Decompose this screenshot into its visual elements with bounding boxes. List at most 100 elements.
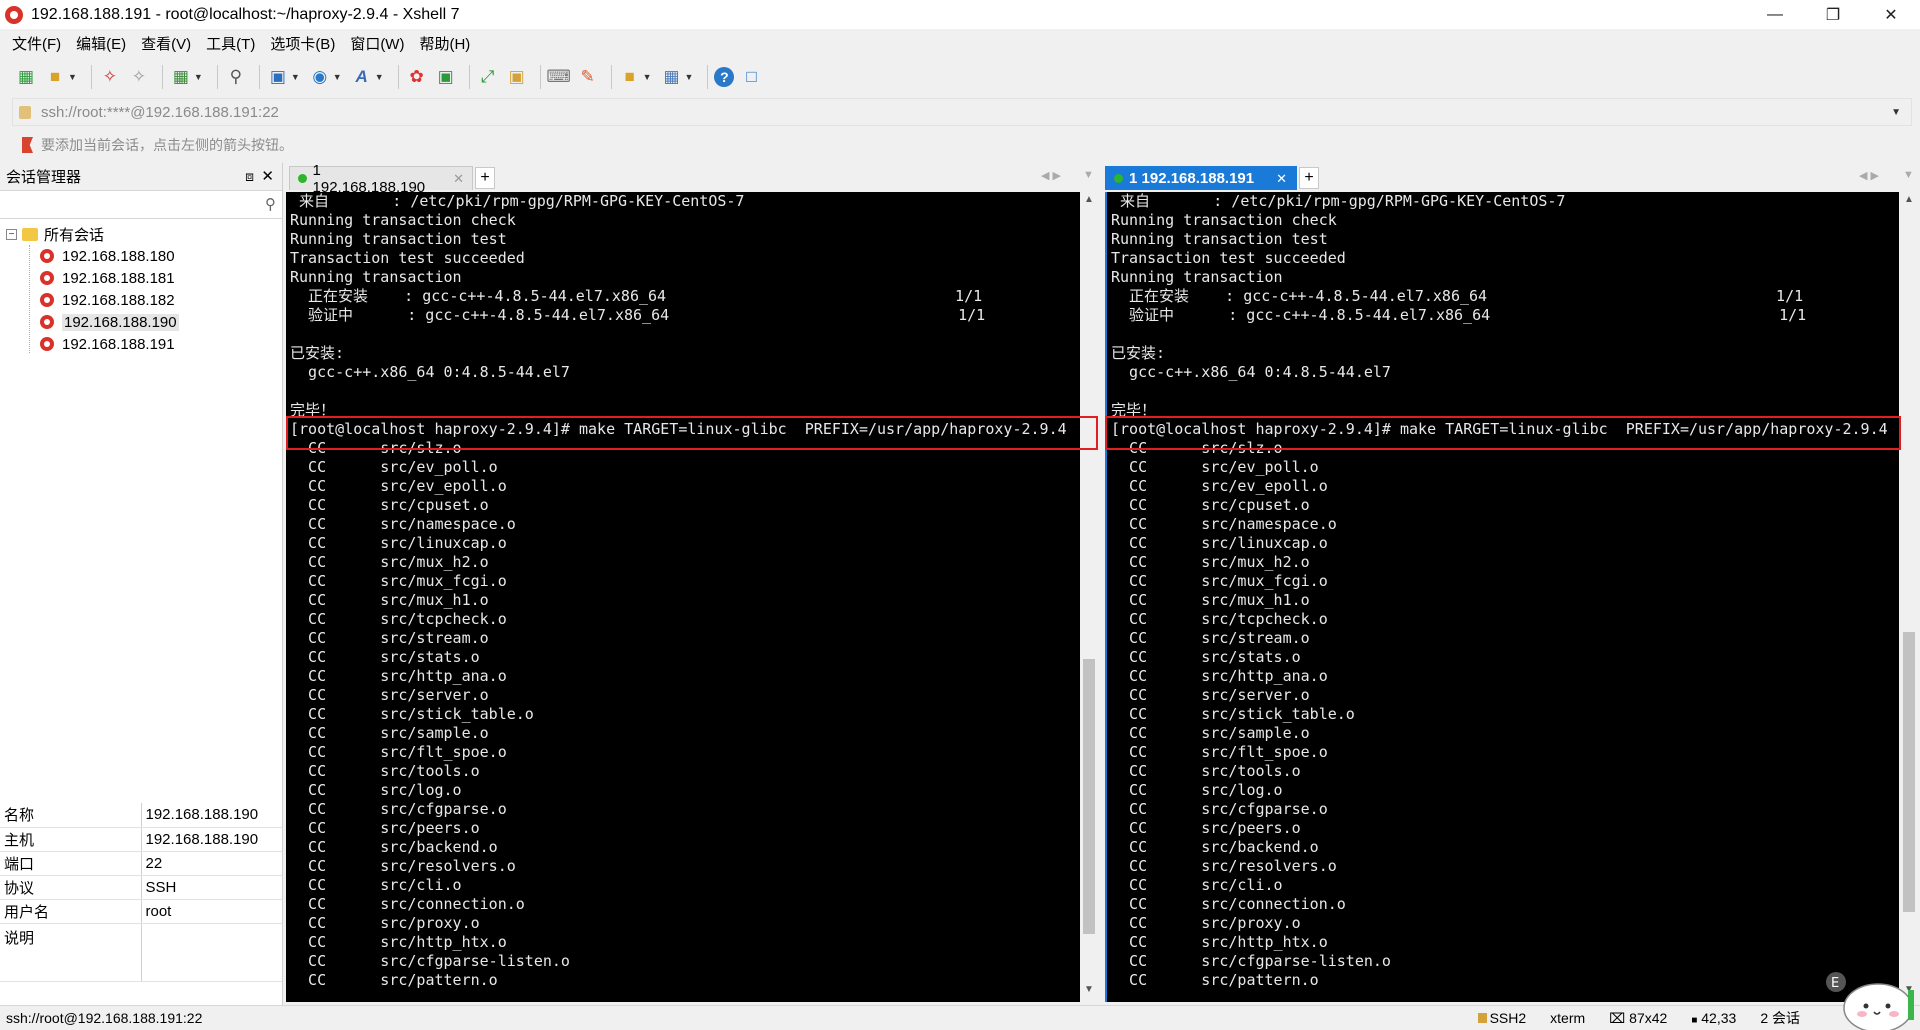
close-button[interactable]: ✕: [1862, 0, 1920, 29]
session-search-box: ⚲: [0, 191, 282, 219]
session-item[interactable]: 192.168.188.181: [0, 267, 282, 289]
status-size: ⌧ 87x42: [1609, 1009, 1668, 1026]
xagent-icon[interactable]: ▣: [434, 65, 458, 89]
terminal-line: CC src/peers.o: [290, 819, 480, 837]
property-value: 192.168.188.190: [141, 803, 282, 828]
help-icon[interactable]: ?: [714, 67, 735, 87]
status-connection: ssh://root@192.168.188.191:22: [6, 1010, 203, 1026]
chevron-down-icon[interactable]: ▼: [1891, 107, 1901, 118]
menu-file[interactable]: 文件(F): [12, 33, 61, 54]
terminal-line: CC src/connection.o: [1111, 895, 1346, 913]
transfer-icon[interactable]: ▦: [169, 65, 193, 89]
tab-list-dropdown-icon[interactable]: ▼: [1903, 169, 1914, 181]
session-search-input[interactable]: [0, 191, 260, 217]
disconnect-icon[interactable]: ✧: [127, 65, 151, 89]
keyboard-icon[interactable]: ⌨: [546, 65, 571, 89]
terminal-line: CC src/pattern.o: [290, 971, 498, 989]
tree-root-all-sessions[interactable]: − 所有会话: [0, 223, 282, 245]
add-tab-button[interactable]: +: [1299, 167, 1319, 189]
session-item[interactable]: 192.168.188.191: [0, 333, 282, 355]
tab-nav-arrows-icon[interactable]: ◀ ▶: [1041, 169, 1061, 182]
tab-list-dropdown-icon[interactable]: ▼: [1083, 169, 1094, 181]
menu-edit[interactable]: 编辑(E): [76, 33, 126, 54]
scroll-thumb[interactable]: [1903, 632, 1915, 912]
restore-button[interactable]: ❐: [1804, 0, 1862, 29]
new-session-icon[interactable]: ▦: [14, 65, 38, 89]
terminal-line: CC src/mux_fcgi.o: [1111, 572, 1328, 590]
highlight-pen-icon[interactable]: ✎: [576, 65, 600, 89]
chat-icon[interactable]: □: [739, 65, 763, 89]
xftp-icon[interactable]: ✿: [405, 65, 429, 89]
layout-icon[interactable]: ▣: [266, 65, 290, 89]
terminal-line: Transaction test succeeded: [1111, 249, 1346, 267]
terminal-line: CC src/tcpcheck.o: [1111, 610, 1328, 628]
terminal-left[interactable]: 来自 : /etc/pki/rpm-gpg/RPM-GPG-KEY-CentOS…: [286, 192, 1080, 1002]
close-tab-icon[interactable]: ✕: [453, 171, 464, 187]
property-row: 端口 22: [0, 851, 282, 876]
xshell-logo-icon: [5, 5, 23, 24]
tree-root-label: 所有会话: [44, 226, 105, 244]
pin-icon[interactable]: ⧈: [245, 168, 254, 185]
terminal-left-scrollbar[interactable]: ▲ ▼: [1080, 192, 1098, 1002]
minimize-button[interactable]: —: [1746, 0, 1804, 29]
terminal-right-scrollbar[interactable]: ▲ ▼: [1900, 192, 1918, 1002]
fullscreen-icon[interactable]: ⤢: [476, 65, 500, 89]
cursor-icon: ■: [1691, 1015, 1698, 1026]
terminal-line: 验证中 : gcc-c++-4.8.5-44.el7.x86_64 1/1: [1111, 306, 1807, 324]
globe-icon[interactable]: ◉: [308, 65, 332, 89]
hint-text: 要添加当前会话，点击左侧的箭头按钮。: [41, 137, 293, 153]
address-input[interactable]: [41, 103, 1841, 121]
lock-icon[interactable]: ▣: [505, 65, 529, 89]
terminal-line: Running transaction check: [1111, 211, 1337, 229]
close-tab-icon[interactable]: ✕: [1276, 171, 1287, 187]
scroll-down-icon[interactable]: ▼: [1080, 984, 1098, 1000]
property-key: 主机: [0, 827, 142, 852]
menu-help[interactable]: 帮助(H): [419, 33, 470, 54]
terminal-line: Running transaction test: [290, 230, 507, 248]
terminal-line: CC src/http_htx.o: [290, 933, 507, 951]
terminal-line: Running transaction test: [1111, 230, 1328, 248]
menu-view[interactable]: 查看(V): [141, 33, 191, 54]
scroll-thumb[interactable]: [1083, 659, 1095, 934]
add-tab-button[interactable]: +: [475, 167, 495, 189]
session-item[interactable]: 192.168.188.182: [0, 289, 282, 311]
search-icon[interactable]: ⚲: [224, 65, 248, 89]
terminal-line: CC src/cpuset.o: [1111, 496, 1310, 514]
property-row: 名称 192.168.188.190: [0, 803, 282, 828]
command-highlight-box-left: [286, 416, 1098, 450]
mascot-sticker-icon: E: [1826, 972, 1914, 1030]
property-row: 说明: [0, 923, 282, 982]
open-folder-icon[interactable]: ■: [43, 65, 67, 89]
font-icon[interactable]: A: [350, 65, 374, 89]
search-icon[interactable]: ⚲: [265, 195, 276, 213]
session-manager-panel: 会话管理器 ⧈ ✕ ⚲ − 所有会话 192.168.188.180 192.1…: [0, 163, 283, 1005]
close-icon[interactable]: ✕: [261, 167, 274, 185]
bookmark-arrow-icon[interactable]: [22, 137, 33, 153]
title-bar: 192.168.188.191 - root@localhost:~/hapro…: [0, 0, 1920, 29]
terminal-line: CC src/http_htx.o: [1111, 933, 1328, 951]
tile-icon[interactable]: ▦: [660, 65, 684, 89]
terminal-line: CC src/connection.o: [290, 895, 525, 913]
lock-icon: [19, 105, 31, 119]
session-item-selected[interactable]: 192.168.188.190: [0, 311, 282, 333]
tab-session-191[interactable]: 1 192.168.188.191 ✕: [1105, 166, 1297, 190]
connect-icon[interactable]: ✧: [98, 65, 122, 89]
tab-session-190[interactable]: 1 192.168.188.190 ✕: [289, 162, 473, 196]
menu-tools[interactable]: 工具(T): [206, 33, 255, 54]
terminal-line: CC src/ev_epoll.o: [290, 477, 507, 495]
session-item[interactable]: 192.168.188.180: [0, 245, 282, 267]
svg-text:E: E: [1831, 976, 1839, 991]
scroll-up-icon[interactable]: ▲: [1080, 194, 1098, 210]
menu-window[interactable]: 窗口(W): [350, 33, 404, 54]
terminal-line: CC src/mux_h1.o: [290, 591, 489, 609]
status-protocol: SSH2: [1477, 1010, 1526, 1026]
menu-tabs[interactable]: 选项卡(B): [270, 33, 335, 54]
collapse-icon[interactable]: −: [6, 228, 17, 240]
terminal-right[interactable]: 来自 : /etc/pki/rpm-gpg/RPM-GPG-KEY-CentOS…: [1105, 192, 1899, 1002]
property-key: 说明: [0, 923, 142, 982]
tab-nav-arrows-icon[interactable]: ◀ ▶: [1859, 169, 1879, 182]
terminal-line: CC src/tcpcheck.o: [290, 610, 507, 628]
script-icon[interactable]: ■: [618, 65, 642, 89]
scroll-up-icon[interactable]: ▲: [1900, 194, 1918, 210]
